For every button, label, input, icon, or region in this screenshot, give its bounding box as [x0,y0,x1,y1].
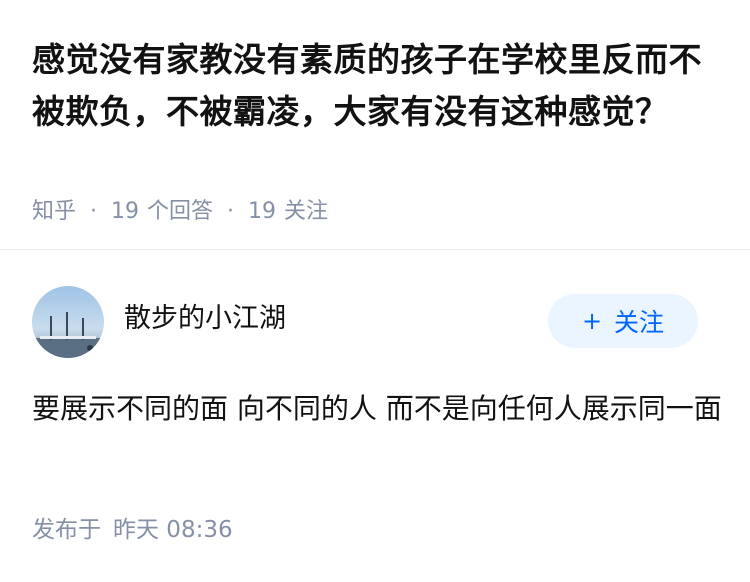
answer-publish-info: 发布于 昨天 08:36 [32,514,233,546]
author-avatar[interactable] [32,286,104,358]
meta-separator: · [90,199,98,224]
follower-count: 19 [248,199,277,224]
answer-card: 散步的小江湖 + 关注 要展示不同的面 向不同的人 而不是向任何人展示同一面 发… [0,251,750,582]
question-card: 感觉没有家教没有素质的孩子在学校里反而不被欺负，不被霸凌，大家有没有这种感觉？ … [0,0,750,250]
plus-icon: + [581,307,603,335]
published-time: 昨天 08:36 [113,517,233,543]
author-name[interactable]: 散步的小江湖 [124,299,286,339]
answer-content[interactable]: 要展示不同的面 向不同的人 而不是向任何人展示同一面 [32,381,722,437]
question-source[interactable]: 知乎 [32,196,76,228]
question-meta: 知乎 · 19 个回答 · 19 关注 [32,196,328,228]
question-title[interactable]: 感觉没有家教没有素质的孩子在学校里反而不被欺负，不被霸凌，大家有没有这种感觉？ [32,34,722,138]
answer-count: 19 [111,199,140,224]
follower-count-label: 关注 [284,199,329,224]
follow-author-button[interactable]: + 关注 [548,294,698,348]
avatar-photo-icon [32,286,104,358]
published-label: 发布于 [32,517,101,543]
meta-separator: · [227,199,235,224]
answer-count-label[interactable]: 个回答 [147,196,213,228]
follow-button-label: 关注 [614,308,665,337]
